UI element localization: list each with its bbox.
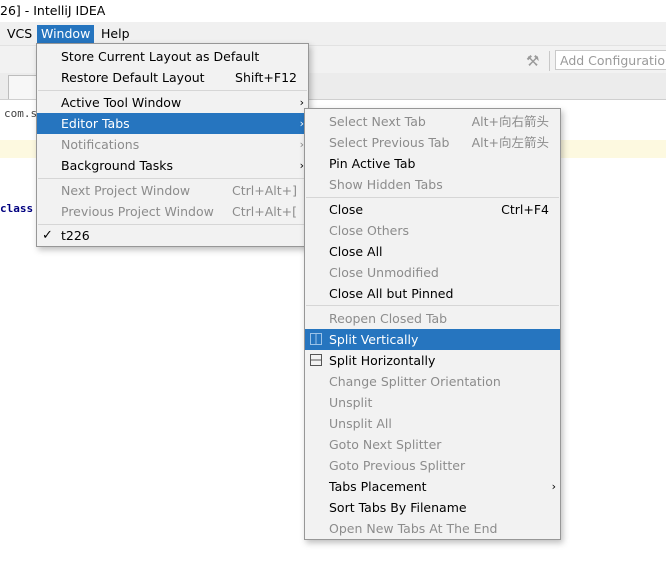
menu-window[interactable]: Window — [37, 25, 95, 43]
menu-item-select-next-tab[interactable]: Select Next Tab Alt+向右箭头 — [305, 111, 560, 132]
menu-item-notifications[interactable]: Notifications › — [37, 134, 308, 155]
menu-item-reopen-closed-tab[interactable]: Reopen Closed Tab — [305, 308, 560, 329]
menu-item-pin-active-tab[interactable]: Pin Active Tab — [305, 153, 560, 174]
window-menu: Store Current Layout as Default Restore … — [36, 43, 309, 247]
menu-divider — [38, 178, 307, 179]
menu-item-close-unmodified[interactable]: Close Unmodified — [305, 262, 560, 283]
menu-item-close-all[interactable]: Close All — [305, 241, 560, 262]
menu-item-unsplit[interactable]: Unsplit — [305, 392, 560, 413]
menu-item-goto-previous-splitter[interactable]: Goto Previous Splitter — [305, 455, 560, 476]
window-title: 26] - IntelliJ IDEA — [0, 3, 106, 18]
shortcut-label: Alt+向左箭头 — [471, 135, 549, 150]
editor-tabs-submenu: Select Next Tab Alt+向右箭头 Select Previous… — [304, 108, 561, 540]
menu-item-editor-tabs[interactable]: Editor Tabs › — [37, 113, 308, 134]
menu-item-unsplit-all[interactable]: Unsplit All — [305, 413, 560, 434]
menu-item-split-horizontally[interactable]: Split Horizontally — [305, 350, 560, 371]
menu-item-project-t226[interactable]: ✓ t226 — [37, 225, 308, 246]
menu-item-show-hidden-tabs[interactable]: Show Hidden Tabs — [305, 174, 560, 195]
menu-item-close[interactable]: Close Ctrl+F4 — [305, 199, 560, 220]
menu-item-close-all-but-pinned[interactable]: Close All but Pinned — [305, 283, 560, 304]
menu-item-change-splitter-orientation[interactable]: Change Splitter Orientation — [305, 371, 560, 392]
menu-item-store-layout[interactable]: Store Current Layout as Default — [37, 46, 308, 67]
shortcut-label: Ctrl+Alt+[ — [232, 204, 297, 219]
menu-item-previous-project-window[interactable]: Previous Project Window Ctrl+Alt+[ — [37, 201, 308, 222]
menu-item-active-tool-window[interactable]: Active Tool Window › — [37, 92, 308, 113]
menu-item-tabs-placement[interactable]: Tabs Placement › — [305, 476, 560, 497]
shortcut-label: Ctrl+Alt+] — [232, 183, 297, 198]
menu-item-goto-next-splitter[interactable]: Goto Next Splitter — [305, 434, 560, 455]
shortcut-label: Shift+F12 — [235, 70, 297, 85]
menu-item-restore-layout[interactable]: Restore Default Layout Shift+F12 — [37, 67, 308, 88]
menu-divider — [306, 197, 559, 198]
menu-item-split-vertically[interactable]: Split Vertically — [305, 329, 560, 350]
menu-divider — [38, 90, 307, 91]
code-package-line: com.s — [4, 107, 38, 120]
menu-item-next-project-window[interactable]: Next Project Window Ctrl+Alt+] — [37, 180, 308, 201]
split-horizontally-icon — [310, 354, 322, 366]
chevron-right-icon: › — [551, 480, 556, 493]
menu-item-background-tasks[interactable]: Background Tasks › — [37, 155, 308, 176]
run-configuration-selector[interactable]: Add Configuration... — [555, 50, 666, 70]
title-bar: 26] - IntelliJ IDEA — [0, 0, 666, 22]
menu-divider — [306, 305, 559, 306]
menu-item-close-others[interactable]: Close Others — [305, 220, 560, 241]
hammer-icon[interactable]: ⚒ — [526, 52, 539, 70]
menu-item-sort-tabs-by-filename[interactable]: Sort Tabs By Filename — [305, 497, 560, 518]
menu-item-select-previous-tab[interactable]: Select Previous Tab Alt+向左箭头 — [305, 132, 560, 153]
toolbar-separator — [549, 51, 550, 71]
menu-bar: VCS Window Help — [0, 22, 666, 45]
shortcut-label: Alt+向右箭头 — [471, 114, 549, 129]
menu-item-open-new-tabs-at-end[interactable]: Open New Tabs At The End — [305, 518, 560, 539]
menu-help[interactable]: Help — [97, 25, 134, 43]
menu-vcs[interactable]: VCS — [3, 25, 36, 43]
checkmark-icon: ✓ — [42, 228, 53, 243]
code-class-line: class — [0, 202, 34, 215]
shortcut-label: Ctrl+F4 — [501, 202, 549, 217]
split-vertically-icon — [310, 333, 322, 345]
